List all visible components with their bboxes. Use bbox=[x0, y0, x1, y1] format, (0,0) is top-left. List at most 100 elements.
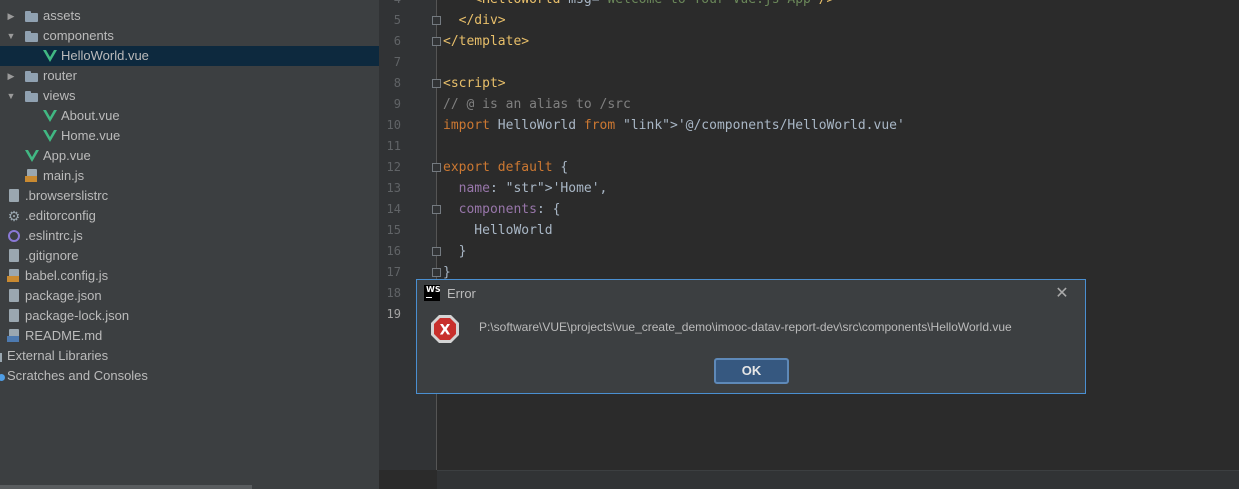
code-line[interactable]: <script> bbox=[443, 73, 506, 94]
tree-item-label: About.vue bbox=[61, 108, 120, 123]
chevron-right-icon[interactable]: ▶ bbox=[6, 66, 16, 86]
tree-item-components[interactable]: ▼ components bbox=[0, 26, 379, 46]
line-number: 9 bbox=[393, 97, 401, 111]
tree-item-label: Scratches and Consoles bbox=[7, 368, 148, 383]
dialog-titlebar[interactable]: WS Error ✕ bbox=[417, 280, 1085, 308]
tree-item-label: package.json bbox=[25, 288, 102, 303]
error-icon-glyph: X bbox=[440, 323, 451, 339]
folder-icon bbox=[25, 69, 39, 83]
gear-icon: ⚙ bbox=[7, 208, 21, 224]
fold-marker[interactable] bbox=[432, 79, 441, 88]
eslint-icon bbox=[7, 229, 21, 243]
error-dialog: WS Error ✕ X P:\software\VUE\projects\vu… bbox=[416, 279, 1086, 394]
line-number: 13 bbox=[386, 181, 401, 195]
line-number: 14 bbox=[386, 202, 401, 216]
code-line[interactable]: export default { bbox=[443, 157, 568, 178]
line-number: 4 bbox=[379, 0, 401, 10]
tree-item-label: views bbox=[43, 88, 76, 103]
tree-item-helloworld-vue[interactable]: HelloWorld.vue bbox=[0, 46, 379, 66]
fold-marker[interactable] bbox=[432, 16, 441, 25]
fold-marker[interactable] bbox=[432, 37, 441, 46]
tree-item-label: package-lock.json bbox=[25, 308, 130, 323]
tree-item-label: assets bbox=[43, 8, 81, 23]
vue-file-icon bbox=[43, 49, 57, 63]
tree-item-home-vue[interactable]: Home.vue bbox=[0, 126, 379, 146]
horizontal-scrollbar[interactable] bbox=[0, 485, 252, 489]
code-line[interactable]: </div> bbox=[443, 10, 506, 31]
tree-item-gitignore[interactable]: .gitignore bbox=[0, 246, 379, 266]
tree-item-editorconfig[interactable]: ⚙ .editorconfig bbox=[0, 206, 379, 226]
tree-item-about-vue[interactable]: About.vue bbox=[0, 106, 379, 126]
file-icon bbox=[7, 189, 21, 203]
tree-item-label: router bbox=[43, 68, 77, 83]
code-line[interactable]: HelloWorld bbox=[443, 220, 552, 241]
line-number: 10 bbox=[386, 118, 401, 132]
ok-button[interactable]: OK bbox=[714, 358, 789, 384]
line-number-current: 19 bbox=[386, 307, 401, 321]
code-editor[interactable]: 4 5 6 7 8 9 10 11 12 13 14 15 16 17 18 1… bbox=[379, 0, 1239, 489]
line-number: 6 bbox=[393, 34, 401, 48]
line-number: 11 bbox=[386, 139, 401, 153]
code-line[interactable]: // @ is an alias to /src bbox=[443, 94, 631, 115]
code-line[interactable]: } bbox=[443, 241, 467, 262]
chevron-down-icon[interactable]: ▼ bbox=[6, 26, 16, 46]
line-number: 5 bbox=[393, 13, 401, 27]
tree-item-label: External Libraries bbox=[7, 348, 109, 363]
fold-marker[interactable] bbox=[432, 205, 441, 214]
error-message: P:\software\VUE\projects\vue_create_demo… bbox=[479, 320, 1012, 334]
file-icon bbox=[7, 249, 21, 263]
line-number: 7 bbox=[393, 55, 401, 69]
code-line[interactable]: <HelloWorld msg="Welcome to Your Vue.js … bbox=[443, 0, 834, 10]
chevron-right-icon[interactable]: ▶ bbox=[6, 6, 16, 26]
dialog-title: Error bbox=[447, 286, 476, 301]
line-number: 18 bbox=[386, 286, 401, 300]
tree-item-babel-config-js[interactable]: babel.config.js bbox=[0, 266, 379, 286]
tree-item-assets[interactable]: ▶ assets bbox=[0, 6, 379, 26]
json-file-icon bbox=[7, 289, 21, 303]
tree-item-label: main.js bbox=[43, 168, 85, 183]
tree-item-browserslistrc[interactable]: .browserslistrc bbox=[0, 186, 379, 206]
line-number: 8 bbox=[393, 76, 401, 90]
tree-item-label: .editorconfig bbox=[25, 208, 96, 223]
gutter-divider bbox=[436, 0, 437, 470]
fold-marker[interactable] bbox=[432, 163, 441, 172]
folder-icon bbox=[25, 9, 39, 23]
tree-item-label: App.vue bbox=[43, 148, 91, 163]
horizontal-scrollbar[interactable] bbox=[437, 470, 1239, 489]
tree-item-readme-md[interactable]: README.md bbox=[0, 326, 379, 346]
code-line[interactable]: import HelloWorld from "link">'@/compone… bbox=[443, 115, 905, 136]
webstorm-logo-icon: WS bbox=[424, 285, 441, 301]
tree-item-label: Home.vue bbox=[61, 128, 121, 143]
vue-file-icon bbox=[43, 109, 57, 123]
tree-item-scratches-and-consoles[interactable]: Scratches and Consoles bbox=[0, 366, 379, 386]
error-icon: X bbox=[430, 314, 460, 344]
tree-item-label: components bbox=[43, 28, 114, 43]
chevron-down-icon[interactable]: ▼ bbox=[6, 86, 16, 106]
tree-item-package-lock-json[interactable]: package-lock.json bbox=[0, 306, 379, 326]
tree-item-label: .gitignore bbox=[25, 248, 79, 263]
tree-item-eslintrc-js[interactable]: .eslintrc.js bbox=[0, 226, 379, 246]
line-number: 16 bbox=[386, 244, 401, 258]
close-icon[interactable]: ✕ bbox=[1052, 284, 1072, 304]
tree-item-package-json[interactable]: package.json bbox=[0, 286, 379, 306]
code-line[interactable]: components: { bbox=[443, 199, 561, 220]
js-file-icon bbox=[25, 169, 39, 183]
line-number: 12 bbox=[386, 160, 401, 174]
fold-marker[interactable] bbox=[432, 268, 441, 277]
tree-item-label: .browserslistrc bbox=[25, 188, 109, 203]
markdown-file-icon bbox=[7, 329, 21, 343]
tree-item-app-vue[interactable]: App.vue bbox=[0, 146, 379, 166]
code-line[interactable]: </template> bbox=[443, 31, 529, 52]
tree-item-label: babel.config.js bbox=[25, 268, 109, 283]
tree-item-label: HelloWorld.vue bbox=[61, 48, 149, 63]
tree-item-main-js[interactable]: main.js bbox=[0, 166, 379, 186]
tree-item-router[interactable]: ▶ router bbox=[0, 66, 379, 86]
folder-icon bbox=[25, 89, 39, 103]
tree-item-external-libraries[interactable]: External Libraries bbox=[0, 346, 379, 366]
code-line[interactable]: name: "str">'Home', bbox=[443, 178, 608, 199]
tree-item-label: README.md bbox=[25, 328, 103, 343]
line-number: 17 bbox=[386, 265, 401, 279]
tree-item-views[interactable]: ▼ views bbox=[0, 86, 379, 106]
vue-file-icon bbox=[25, 149, 39, 163]
fold-marker[interactable] bbox=[432, 247, 441, 256]
